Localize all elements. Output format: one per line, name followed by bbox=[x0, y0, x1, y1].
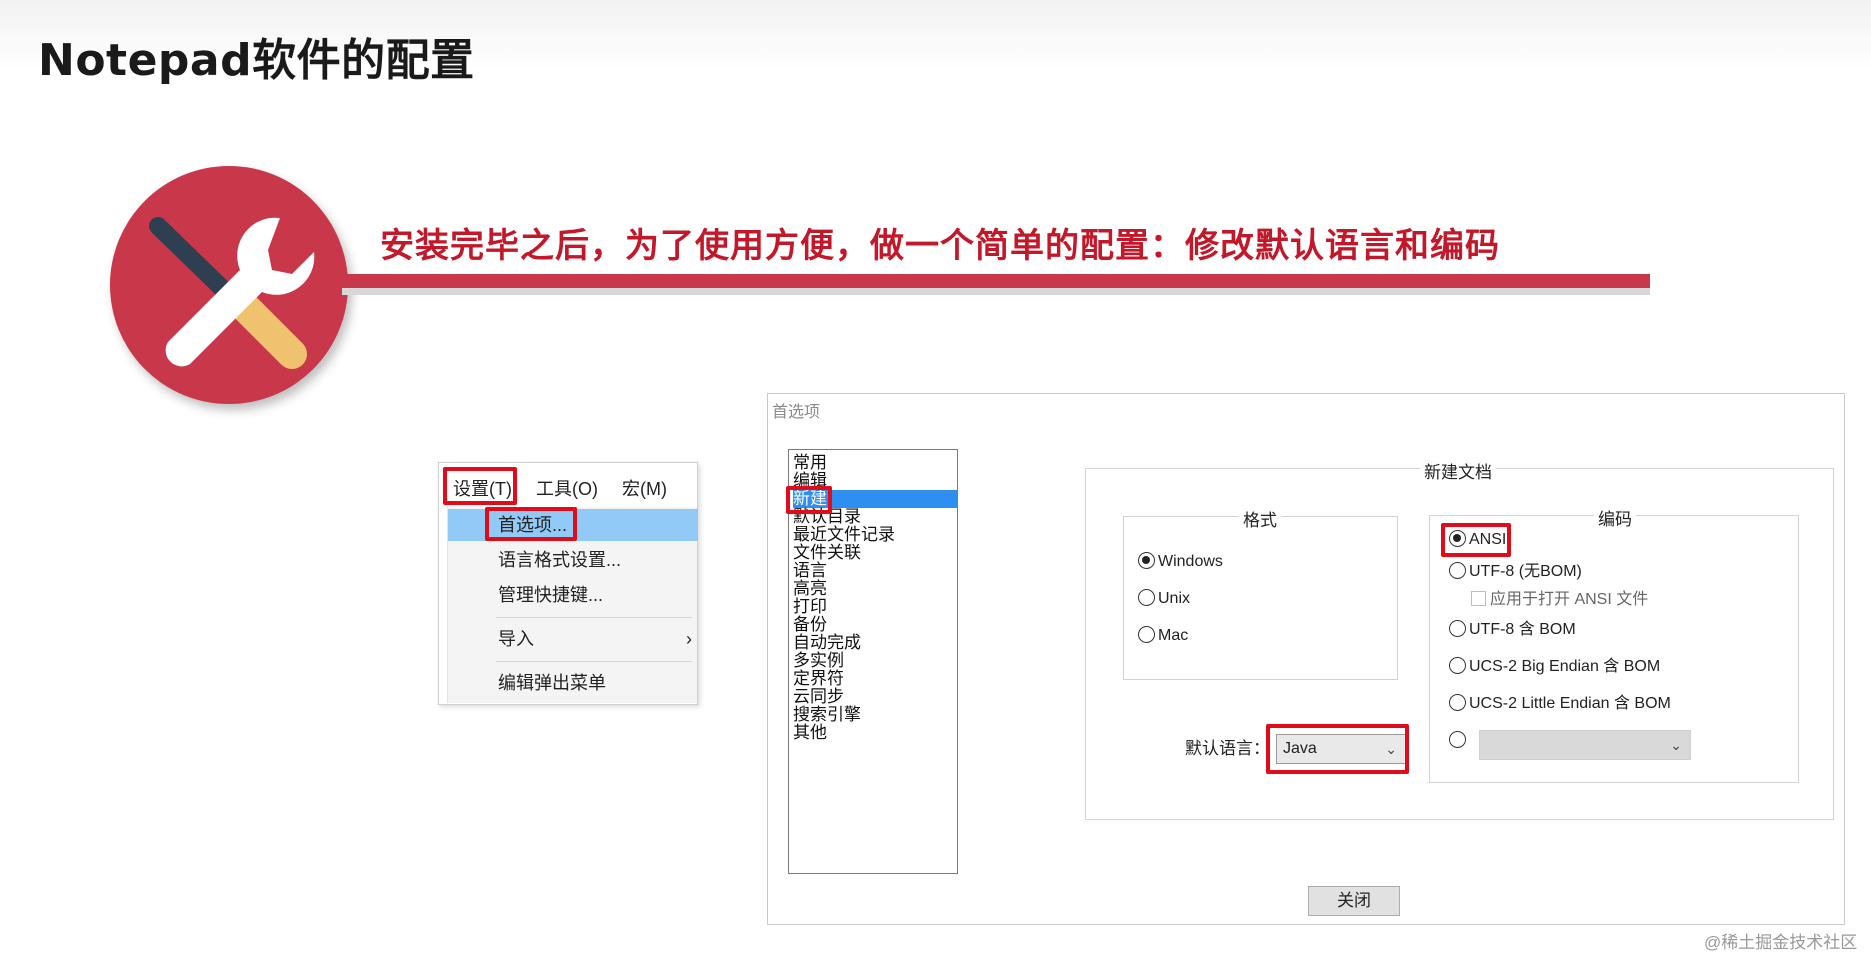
encoding-option-other[interactable] bbox=[1449, 730, 1469, 752]
encoding-option-ucs2-be[interactable]: UCS-2 Big Endian 含 BOM bbox=[1449, 656, 1660, 678]
format-option-unix[interactable]: Unix bbox=[1138, 588, 1190, 610]
menu-item-label: 语言格式设置... bbox=[498, 550, 622, 570]
encoding-option-utf8-bom[interactable]: UTF-8 含 BOM bbox=[1449, 619, 1576, 641]
encoding-option-ucs2-le[interactable]: UCS-2 Little Endian 含 BOM bbox=[1449, 693, 1671, 715]
menu-separator bbox=[496, 617, 692, 618]
radio-label: UCS-2 Big Endian 含 BOM bbox=[1469, 658, 1661, 675]
menu-item-shortcut-mapper[interactable]: 管理快捷键... bbox=[448, 579, 698, 611]
category-item-multi-instance[interactable]: 多实例 bbox=[793, 652, 957, 670]
radio-label: Mac bbox=[1158, 627, 1189, 644]
format-label: 格式 bbox=[1239, 506, 1281, 531]
highlight-box-preferences bbox=[485, 507, 577, 541]
menu-item-label: 编辑弹出菜单 bbox=[498, 673, 606, 693]
radio-icon bbox=[1449, 620, 1466, 637]
slide-title: Notepad软件的配置 bbox=[38, 35, 475, 86]
menu-tools[interactable]: 工具(O) bbox=[536, 475, 598, 501]
category-item-print[interactable]: 打印 bbox=[793, 598, 957, 616]
category-item-general[interactable]: 常用 bbox=[793, 454, 957, 472]
menu-item-label: 导入 bbox=[498, 629, 534, 649]
menu-separator bbox=[496, 661, 692, 662]
menu-macro[interactable]: 宏(M) bbox=[622, 475, 667, 501]
checkbox-icon bbox=[1471, 591, 1486, 606]
category-item-cloud[interactable]: 云同步 bbox=[793, 688, 957, 706]
menu-item-language-format[interactable]: 语言格式设置... bbox=[448, 544, 698, 576]
category-item-search-engine[interactable]: 搜索引擎 bbox=[793, 706, 957, 724]
category-item-backup[interactable]: 备份 bbox=[793, 616, 957, 634]
settings-menu-snippet: 设置(T) 工具(O) 宏(M) 首选项... 语言格式设置... 管理快捷键.… bbox=[438, 462, 698, 705]
encoding-option-utf8[interactable]: UTF-8 (无BOM) bbox=[1449, 561, 1582, 583]
chevron-down-icon: ⌄ bbox=[1670, 737, 1682, 753]
category-item-recent-files[interactable]: 最近文件记录 bbox=[793, 526, 957, 544]
watermark: @稀土掘金技术社区 bbox=[1704, 933, 1858, 952]
category-item-delimiter[interactable]: 定界符 bbox=[793, 670, 957, 688]
chevron-right-icon: › bbox=[686, 629, 692, 649]
radio-label: UTF-8 (无BOM) bbox=[1469, 563, 1582, 580]
category-item-language[interactable]: 语言 bbox=[793, 562, 957, 580]
radio-label: UCS-2 Little Endian 含 BOM bbox=[1469, 695, 1671, 712]
preferences-dialog: 首选项 常用 编辑 新建 默认目录 最近文件记录 文件关联 语言 高亮 打印 备… bbox=[767, 393, 1845, 925]
tools-badge bbox=[110, 166, 348, 404]
category-item-highlighting[interactable]: 高亮 bbox=[793, 580, 957, 598]
category-item-file-association[interactable]: 文件关联 bbox=[793, 544, 957, 562]
category-item-auto-completion[interactable]: 自动完成 bbox=[793, 634, 957, 652]
radio-label: UTF-8 含 BOM bbox=[1469, 621, 1576, 638]
radio-icon bbox=[1449, 731, 1466, 748]
checkbox-label: 应用于打开 ANSI 文件 bbox=[1490, 591, 1649, 608]
new-document-label: 新建文档 bbox=[1420, 458, 1496, 483]
default-language-label: 默认语言： bbox=[1185, 739, 1270, 758]
category-item-misc[interactable]: 其他 bbox=[793, 724, 957, 742]
apply-ansi-checkbox[interactable]: 应用于打开 ANSI 文件 bbox=[1471, 589, 1648, 611]
radio-label: Windows bbox=[1158, 553, 1223, 570]
headline: 安装完毕之后，为了使用方便，做一个简单的配置：修改默认语言和编码 bbox=[380, 226, 1500, 266]
radio-checked-icon bbox=[1138, 552, 1155, 569]
radio-label: Unix bbox=[1158, 590, 1191, 607]
radio-icon bbox=[1449, 694, 1466, 711]
wrench-screwdriver-icon bbox=[149, 217, 315, 369]
highlight-box-settings bbox=[443, 467, 517, 505]
menu-item-label: 管理快捷键... bbox=[498, 585, 604, 605]
radio-icon bbox=[1138, 626, 1155, 643]
radio-icon bbox=[1449, 657, 1466, 674]
menu-item-import[interactable]: 导入 › bbox=[448, 623, 698, 655]
format-option-windows[interactable]: Windows bbox=[1138, 551, 1223, 573]
highlight-box-default-language bbox=[1266, 724, 1409, 774]
radio-icon bbox=[1138, 589, 1155, 606]
highlight-box-ansi bbox=[1441, 523, 1511, 557]
format-option-mac[interactable]: Mac bbox=[1138, 625, 1188, 647]
dialog-title: 首选项 bbox=[772, 404, 821, 421]
headline-underline-shadow bbox=[342, 288, 1650, 295]
close-button[interactable]: 关闭 bbox=[1308, 886, 1400, 916]
encoding-other-select[interactable]: ⌄ bbox=[1479, 730, 1691, 760]
highlight-box-new-category bbox=[786, 486, 832, 514]
menu-item-edit-popup[interactable]: 编辑弹出菜单 bbox=[448, 667, 698, 699]
encoding-label: 编码 bbox=[1594, 505, 1636, 530]
radio-icon bbox=[1449, 562, 1466, 579]
headline-underline bbox=[342, 274, 1650, 288]
